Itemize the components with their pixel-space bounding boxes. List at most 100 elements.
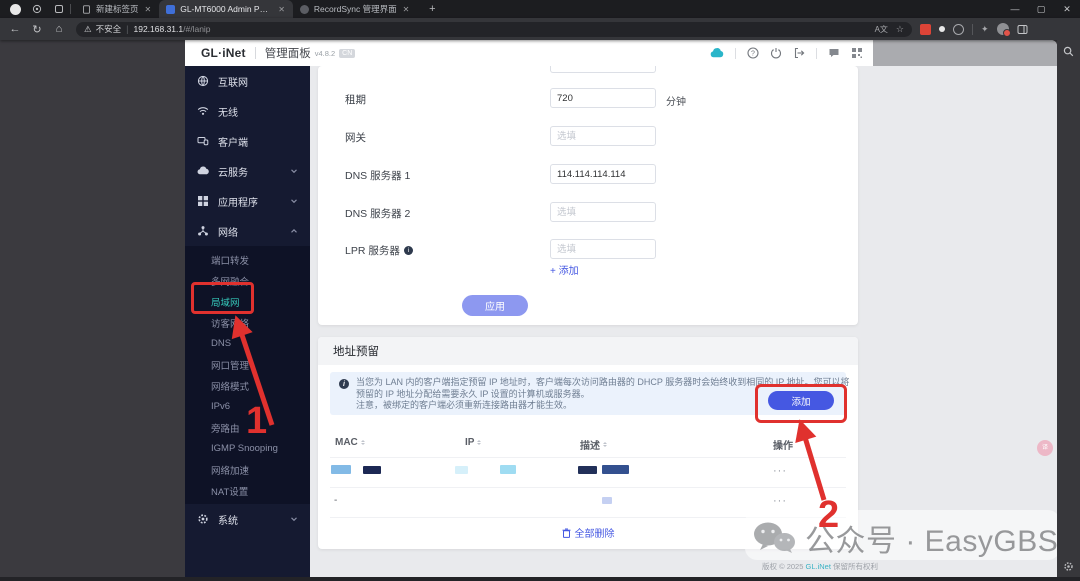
tab-recordsync[interactable]: RecordSync 管理界面 ✕ [293, 0, 417, 18]
sidebar-item-cloud-services[interactable]: 云服务 [185, 156, 310, 186]
sidebar-item-wireless[interactable]: 无线 [185, 96, 310, 126]
window-maximize-button[interactable]: ▢ [1028, 4, 1054, 15]
settings-gear-icon[interactable] [1063, 561, 1074, 572]
tab-search-icon[interactable] [52, 2, 66, 16]
browser-toolbar: ← ↻ ⌂ ⚠ 不安全 | 192.168.31.1/#/lanip A文 ☆ ✦ [0, 18, 1080, 40]
window-controls: — ▢ ✕ [1002, 4, 1080, 15]
sidebar-item-label: 云服务 [218, 167, 248, 179]
more-actions-icon[interactable]: ··· [773, 465, 787, 477]
tab-close-icon[interactable]: ✕ [402, 5, 411, 14]
more-actions-icon[interactable]: ··· [773, 495, 787, 507]
window-minimize-button[interactable]: — [1002, 4, 1028, 15]
search-icon[interactable] [1063, 46, 1074, 57]
sidebar-item-label: 网络 [218, 227, 238, 239]
sidebar-item-interfaces[interactable]: 网口管理 [185, 354, 310, 375]
field-label-gateway: 网关 [345, 131, 366, 144]
translate-icon[interactable]: A文 [875, 24, 888, 35]
language-badge[interactable]: CN [339, 48, 356, 58]
gl-inet-logo: GL·iNet [201, 46, 246, 60]
browser-profile-icon[interactable] [8, 2, 22, 16]
sidebar-panel-icon[interactable] [1017, 24, 1028, 35]
tab-new-tab-page[interactable]: 新建标签页 ✕ [75, 0, 159, 18]
extensions-puzzle-icon[interactable]: ✦ [981, 24, 989, 35]
workspaces-icon[interactable] [30, 2, 44, 16]
sidebar-item-system[interactable]: 系统 [185, 504, 310, 534]
tab-gl-admin-panel[interactable]: GL-MT6000 Admin Panel ✕ [159, 0, 293, 18]
bookmark-star-icon[interactable]: ☆ [896, 24, 904, 35]
chevron-down-icon [291, 199, 297, 204]
column-header-action: 操作 [773, 441, 793, 452]
sidebar-item-label: 客户端 [218, 137, 248, 149]
devices-icon [197, 137, 209, 146]
sidebar-item-clients[interactable]: 客户端 [185, 126, 310, 156]
sidebar-item-internet[interactable]: 互联网 [185, 66, 310, 96]
extension-circle-icon[interactable] [953, 23, 964, 35]
sidebar-item-network[interactable]: 网络 [185, 216, 310, 246]
wechat-icon [754, 522, 795, 553]
dns-server-1-input[interactable] [550, 164, 656, 184]
info-icon[interactable]: i [403, 245, 413, 255]
refresh-icon[interactable]: ↻ [26, 23, 48, 36]
extension-red-icon[interactable] [920, 23, 931, 35]
bottom-edge [0, 577, 1080, 581]
column-header-desc[interactable]: 描述 [580, 437, 607, 452]
back-icon[interactable]: ← [4, 23, 26, 35]
dns-server-2-input[interactable] [550, 202, 656, 222]
tab-title: 新建标签页 [96, 4, 139, 14]
column-header-ip[interactable]: IP [465, 437, 482, 448]
help-icon[interactable]: ? [747, 47, 759, 59]
watermark-text: 公众号 · EasyGBS [805, 525, 1059, 558]
home-icon[interactable]: ⌂ [48, 23, 70, 35]
feedback-chat-icon[interactable] [828, 47, 840, 59]
lease-unit-label: 分钟 [666, 97, 686, 108]
footer-brand-link[interactable]: GL.iNet [805, 562, 830, 571]
mac-cell: - [334, 495, 338, 506]
side-panel-strip [1057, 40, 1080, 577]
sidebar-item-nat-settings[interactable]: NAT设置 [185, 480, 310, 501]
redacted-ip [455, 466, 468, 474]
sidebar-item-port-forwarding[interactable]: 端口转发 [185, 249, 310, 270]
apply-button[interactable]: 应用 [462, 295, 528, 316]
copyright-footer: 版权 © 2025 GL.iNet 保留所有权利 [762, 562, 879, 571]
sidebar-item-network-mode[interactable]: 网络模式 [185, 375, 310, 396]
qr-code-icon[interactable] [851, 47, 863, 59]
lpr-server-input[interactable] [550, 239, 656, 259]
column-header-mac[interactable]: MAC [335, 437, 365, 448]
annotation-step-1: 1 [246, 400, 268, 442]
sidebar-item-applications[interactable]: 应用程序 [185, 186, 310, 216]
cropped-input[interactable] [550, 66, 656, 73]
profile-avatar[interactable] [996, 23, 1011, 37]
extension-dot-icon[interactable] [939, 26, 945, 32]
tab-title: GL-MT6000 Admin Panel [180, 4, 273, 14]
cloud-icon [197, 166, 209, 175]
redacted-ip [500, 465, 516, 474]
chevron-down-icon [291, 169, 297, 174]
redacted-desc [578, 466, 597, 474]
address-bar[interactable]: ⚠ 不安全 | 192.168.31.1/#/lanip A文 ☆ [76, 21, 912, 37]
tab-close-icon[interactable]: ✕ [144, 5, 153, 14]
gear-icon [198, 514, 208, 524]
chevron-down-icon [291, 517, 297, 522]
tab-close-icon[interactable]: ✕ [277, 5, 286, 14]
sidebar-item-guest-network[interactable]: 访客网络 [185, 312, 310, 333]
field-label-dns1: DNS 服务器 1 [345, 169, 411, 182]
tab-title: RecordSync 管理界面 [313, 4, 397, 14]
redacted-mac [363, 466, 381, 474]
new-tab-button[interactable]: + [425, 2, 439, 16]
cloud-icon[interactable] [710, 48, 724, 58]
sort-icon [477, 438, 482, 447]
power-icon[interactable] [770, 47, 782, 59]
add-dns-link[interactable]: + 添加 [550, 262, 579, 277]
window-close-button[interactable]: ✕ [1054, 4, 1080, 15]
lease-time-input[interactable] [550, 88, 656, 108]
translate-widget-button[interactable]: 译 [1037, 440, 1053, 456]
sidebar-item-dns[interactable]: DNS [185, 333, 310, 354]
sidebar-item-label: 系统 [218, 515, 238, 527]
sort-icon [603, 440, 607, 449]
logout-icon[interactable] [793, 47, 805, 59]
annotation-box-add [755, 384, 847, 423]
apps-grid-icon [198, 196, 208, 206]
network-hub-icon [198, 226, 208, 236]
sidebar-item-network-acceleration[interactable]: 网络加速 [185, 459, 310, 480]
gateway-input[interactable] [550, 126, 656, 146]
